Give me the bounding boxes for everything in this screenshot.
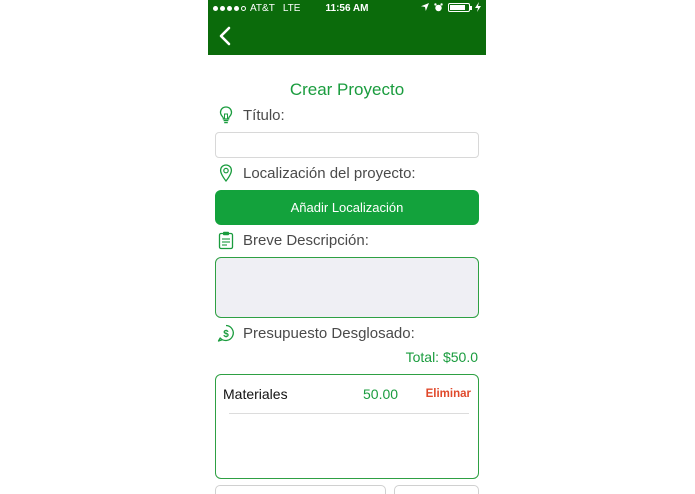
charging-bolt-icon — [475, 2, 481, 12]
bottom-right-button[interactable] — [394, 485, 479, 494]
location-label-row: Localización del proyecto: — [216, 163, 416, 183]
titulo-input[interactable] — [215, 132, 479, 158]
battery-icon — [448, 2, 472, 12]
row-divider — [229, 413, 469, 414]
alarm-icon — [434, 2, 443, 11]
budget-total: Total: $50.0 — [405, 349, 478, 365]
back-button[interactable] — [214, 24, 238, 48]
titulo-label: Título: — [243, 106, 285, 124]
delete-item-button[interactable]: Eliminar — [426, 388, 471, 400]
page-title: Crear Proyecto — [289, 80, 405, 99]
svg-text:$: $ — [223, 329, 229, 340]
description-textarea[interactable] — [215, 257, 479, 318]
budget-row: Materiales 50.00 Eliminar — [216, 375, 478, 413]
status-right — [421, 2, 481, 12]
description-label: Breve Descripción: — [243, 231, 369, 249]
budget-label: Presupuesto Desglosado: — [243, 324, 415, 342]
add-location-button[interactable]: Añadir Localización — [215, 190, 479, 225]
phone-screen: AT&T LTE 11:56 AM Crear Proyecto Título:… — [208, 0, 486, 494]
clipboard-icon — [218, 231, 234, 250]
budget-item-name: Materiales — [223, 386, 288, 402]
budget-label-row: $ Presupuesto Desglosado: — [216, 323, 415, 343]
dollar-circle-icon: $ — [217, 324, 234, 342]
map-pin-icon — [219, 164, 233, 183]
budget-item-amount: 50.00 — [363, 386, 399, 402]
description-label-row: Breve Descripción: — [216, 230, 369, 250]
lightbulb-icon — [219, 106, 233, 124]
titulo-label-row: Título: — [216, 105, 285, 125]
bottom-left-button[interactable] — [215, 485, 386, 494]
navigation-bar — [208, 17, 486, 55]
budget-list: Materiales 50.00 Eliminar — [215, 374, 479, 479]
status-bar: AT&T LTE 11:56 AM — [208, 0, 486, 17]
location-label: Localización del proyecto: — [243, 164, 416, 182]
location-arrow-icon — [421, 3, 429, 11]
chevron-left-icon — [219, 26, 231, 46]
